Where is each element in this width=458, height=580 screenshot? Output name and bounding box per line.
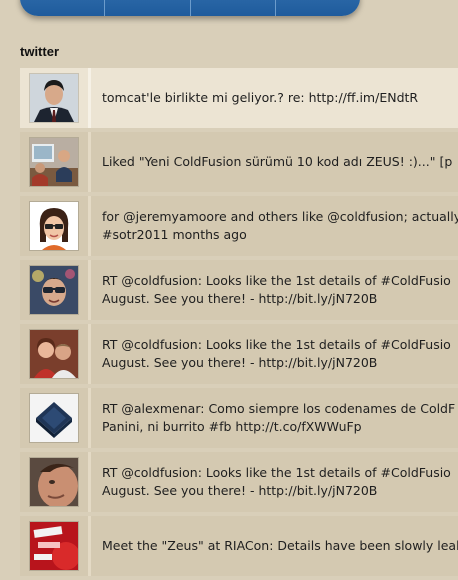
avatar-office-icon[interactable] <box>30 138 78 186</box>
tweet-text: tomcat'le birlikte mi geliyor.? re: http… <box>102 90 419 105</box>
tweet-text: Liked "Yeni ColdFusion sürümü 10 kod adı… <box>102 154 453 169</box>
avatar-cell <box>20 452 91 512</box>
nav-tab-4[interactable] <box>276 0 360 16</box>
tweet-text: RT @coldfusion: Looks like the 1st detai… <box>102 273 451 306</box>
tweet-row[interactable]: RT @alexmenar: Como siempre los codename… <box>20 388 458 448</box>
tweet-text: for @jeremyamoore and others like @coldf… <box>102 209 458 242</box>
avatar-cell <box>20 388 91 448</box>
tweet-row[interactable]: tomcat'le birlikte mi geliyor.? re: http… <box>20 68 458 128</box>
section-title: twitter <box>20 44 59 59</box>
avatar-couple-icon[interactable] <box>30 330 78 378</box>
avatar-sunglasses-icon[interactable] <box>30 266 78 314</box>
avatar-cell <box>20 324 91 384</box>
nav-tab-1[interactable] <box>20 0 106 16</box>
tweet-text: RT @coldfusion: Looks like the 1st detai… <box>102 465 451 498</box>
twitter-feed: tomcat'le birlikte mi geliyor.? re: http… <box>20 68 458 580</box>
avatar-cartoon-icon[interactable] <box>30 202 78 250</box>
nav-tab-3[interactable] <box>191 0 276 16</box>
avatar-cell <box>20 516 91 576</box>
tweet-row[interactable]: RT @coldfusion: Looks like the 1st detai… <box>20 260 458 320</box>
avatar-cell <box>20 196 91 256</box>
tweet-text: RT @alexmenar: Como siempre los codename… <box>102 401 456 434</box>
top-navigation-bar <box>20 0 360 16</box>
tweet-row[interactable]: Meet the "Zeus" at RIACon: Details have … <box>20 516 458 576</box>
avatar-face-closeup-icon[interactable] <box>30 458 78 506</box>
avatar-keyboard-key-icon[interactable] <box>30 394 78 442</box>
tweet-text: Meet the "Zeus" at RIACon: Details have … <box>102 538 458 553</box>
tweet-row[interactable]: for @jeremyamoore and others like @coldf… <box>20 196 458 256</box>
avatar-red-logo-icon[interactable] <box>30 522 78 570</box>
avatar-man-suit-icon[interactable] <box>30 74 78 122</box>
tweet-row[interactable]: RT @coldfusion: Looks like the 1st detai… <box>20 324 458 384</box>
tweet-text: RT @coldfusion: Looks like the 1st detai… <box>102 337 451 370</box>
avatar-cell <box>20 68 91 128</box>
avatar-cell <box>20 132 91 192</box>
tweet-row[interactable]: Liked "Yeni ColdFusion sürümü 10 kod adı… <box>20 132 458 192</box>
avatar-cell <box>20 260 91 320</box>
nav-tab-2[interactable] <box>105 0 191 16</box>
tweet-row[interactable]: RT @coldfusion: Looks like the 1st detai… <box>20 452 458 512</box>
